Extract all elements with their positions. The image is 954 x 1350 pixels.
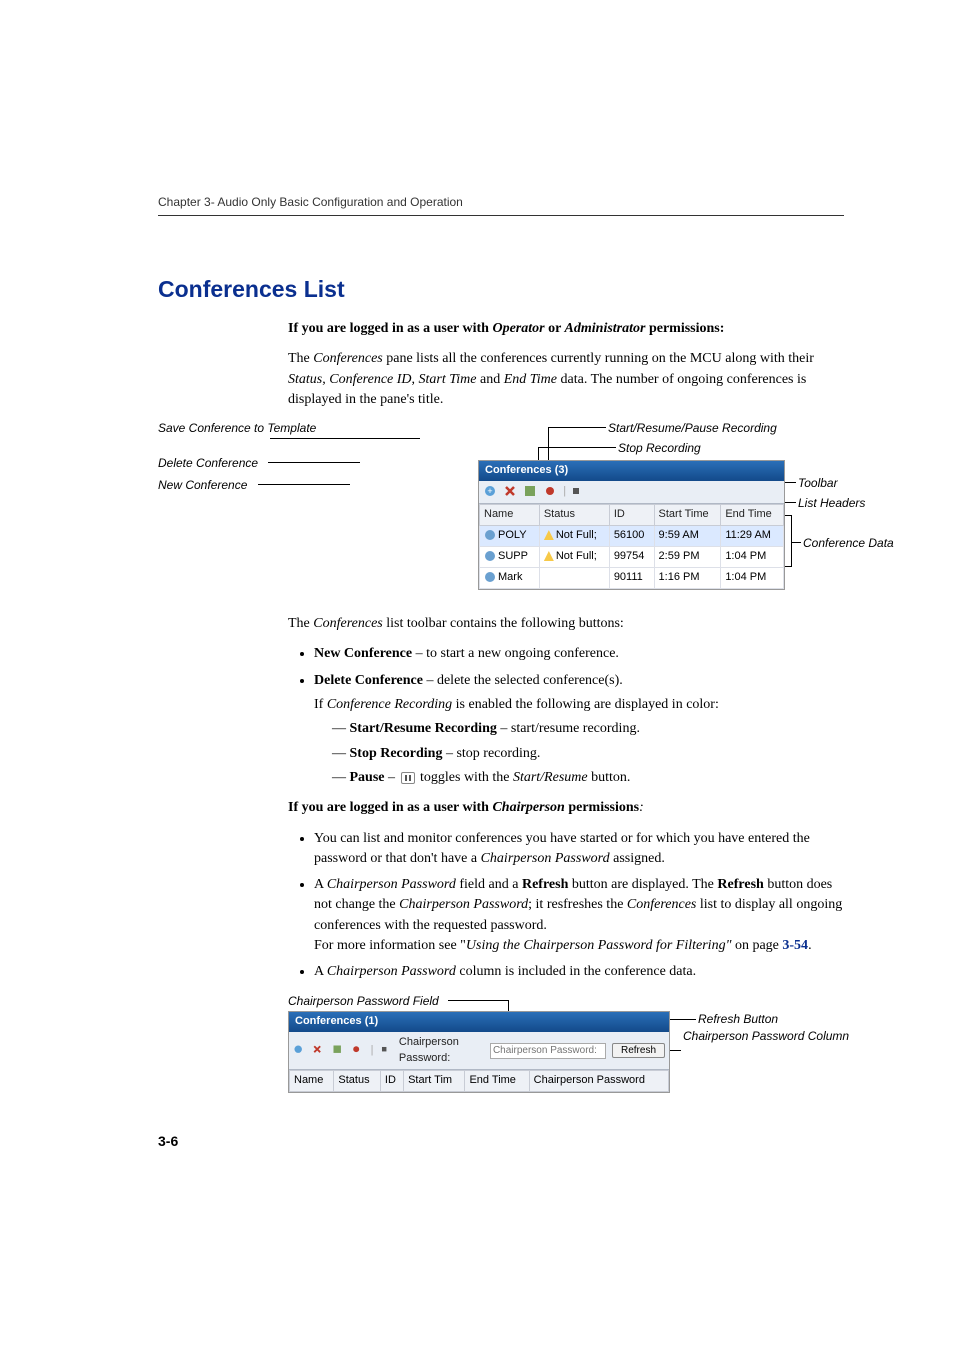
- callout-start-resume: Start/Resume/Pause Recording: [608, 420, 777, 437]
- chairperson-panel: Conferences (1) | Chairperson Password: …: [288, 1011, 670, 1094]
- delete-conference-icon[interactable]: [503, 484, 517, 498]
- warning-icon: [544, 551, 554, 561]
- intro-paragraph: The Conferences pane lists all the confe…: [288, 349, 844, 410]
- intro-perm: permissions:: [645, 321, 724, 336]
- dash-start-resume: Start/Resume Recording – start/resume re…: [332, 719, 844, 739]
- warning-icon: [544, 530, 554, 540]
- callout-refresh-button: Refresh Button: [698, 1011, 778, 1028]
- xref-link[interactable]: 3-54: [782, 938, 808, 953]
- refresh-button[interactable]: Refresh: [612, 1043, 665, 1058]
- bullet-chair-refresh: A Chairperson Password field and a Refre…: [314, 875, 844, 956]
- conference-icon: [484, 550, 496, 562]
- callout-list-headers: List Headers: [798, 495, 865, 512]
- page-number: 3-6: [158, 1133, 844, 1149]
- bullet-delete-conference: Delete Conference – delete the selected …: [314, 671, 844, 788]
- pause-icon: [401, 772, 415, 784]
- new-conference-icon[interactable]: [293, 1044, 303, 1058]
- dash-pause: Pause – toggles with the Start/Resume bu…: [332, 768, 844, 788]
- callout-delete-conf: Delete Conference: [158, 455, 258, 472]
- conference-icon: [484, 529, 496, 541]
- callout-stop-rec: Stop Recording: [618, 440, 701, 457]
- col2-end[interactable]: End Time: [465, 1071, 529, 1092]
- intro-admin: Administrator: [565, 321, 646, 336]
- record-start-icon[interactable]: [351, 1044, 361, 1058]
- callout-cp-column: Chairperson Password Column: [683, 1028, 863, 1045]
- intro-or: or: [545, 321, 565, 336]
- callout-cp-field: Chairperson Password Field: [288, 993, 439, 1010]
- callout-toolbar: Toolbar: [798, 475, 838, 492]
- col-status[interactable]: Status: [539, 505, 609, 526]
- figure-conferences-panel: Save Conference to Template Delete Confe…: [288, 420, 844, 600]
- bullet-new-conference: New Conference – to start a new ongoing …: [314, 644, 844, 664]
- bullet-chair-column: A Chairperson Password column is include…: [314, 962, 844, 982]
- save-template-icon[interactable]: [523, 484, 537, 498]
- figure-chairperson-panel: Chairperson Password Field Refresh Butto…: [288, 993, 844, 1073]
- callout-save-template: Save Conference to Template: [158, 420, 318, 437]
- bullet-chair-monitor: You can list and monitor conferences you…: [314, 829, 844, 870]
- delete-conference-icon[interactable]: [312, 1044, 322, 1058]
- new-conference-icon[interactable]: +: [483, 484, 497, 498]
- col2-status[interactable]: Status: [334, 1071, 381, 1092]
- conference-icon: [484, 571, 496, 583]
- intro-operator: Operator: [492, 321, 544, 336]
- col-end[interactable]: End Time: [721, 505, 784, 526]
- dash-stop-recording: Stop Recording – stop recording.: [332, 744, 844, 764]
- table-row[interactable]: POLY Not Full; 56100 9:59 AM 11:29 AM: [480, 526, 784, 547]
- chairperson-password-input[interactable]: [490, 1043, 606, 1059]
- col2-start[interactable]: Start Tim: [404, 1071, 465, 1092]
- col2-name[interactable]: Name: [290, 1071, 334, 1092]
- section-title: Conferences List: [158, 276, 844, 303]
- col-id[interactable]: ID: [609, 505, 654, 526]
- col2-cp[interactable]: Chairperson Password: [529, 1071, 668, 1092]
- save-template-icon[interactable]: [332, 1044, 342, 1058]
- panel-title: Conferences (3): [479, 461, 784, 481]
- svg-text:+: +: [487, 486, 492, 496]
- intro-permissions: If you are logged in as a user with Oper…: [288, 319, 844, 339]
- callout-new-conf: New Conference: [158, 477, 247, 494]
- chairperson-heading: If you are logged in as a user with Chai…: [288, 798, 844, 818]
- panel-toolbar: + |: [479, 481, 784, 504]
- col-name[interactable]: Name: [480, 505, 540, 526]
- chapter-header: Chapter 3- Audio Only Basic Configuratio…: [158, 195, 844, 216]
- cp-field-label: Chairperson Password:: [399, 1035, 484, 1067]
- conferences-panel: Conferences (3) + | Name Status ID Start…: [478, 460, 785, 590]
- conferences-table: Name Status ID Start Time End Time POLY …: [479, 504, 784, 589]
- panel2-title: Conferences (1): [289, 1012, 669, 1032]
- col2-id[interactable]: ID: [380, 1071, 403, 1092]
- table-row[interactable]: Mark 90111 1:16 PM 1:04 PM: [480, 567, 784, 588]
- record-start-icon[interactable]: [543, 484, 557, 498]
- table-row[interactable]: SUPP Not Full; 99754 2:59 PM 1:04 PM: [480, 546, 784, 567]
- toolbar-sentence: The Conferences list toolbar contains th…: [288, 614, 844, 634]
- intro-bold: If you are logged in as a user with: [288, 321, 492, 336]
- col-start[interactable]: Start Time: [654, 505, 721, 526]
- callout-conference-data: Conference Data: [803, 535, 894, 552]
- record-stop-icon[interactable]: [379, 1044, 389, 1058]
- record-stop-icon[interactable]: [569, 484, 583, 498]
